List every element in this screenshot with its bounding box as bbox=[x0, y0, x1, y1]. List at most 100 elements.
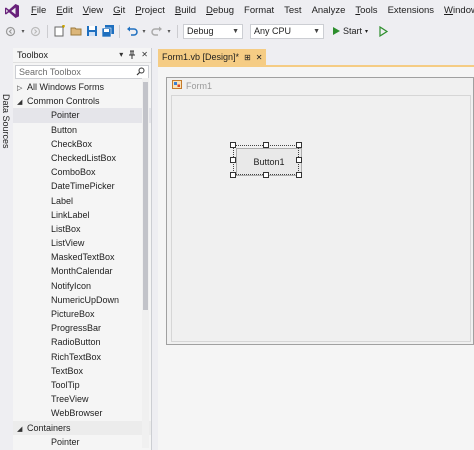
tab-label: Form1.vb [Design]* bbox=[162, 52, 240, 62]
resize-handle-top[interactable] bbox=[263, 142, 269, 148]
open-folder-icon[interactable] bbox=[69, 25, 82, 38]
play-icon bbox=[333, 27, 340, 35]
menu-tools[interactable]: Tools bbox=[350, 0, 382, 22]
save-icon[interactable] bbox=[85, 25, 98, 38]
toolbox-item-webbrowser[interactable]: WebBrowser bbox=[13, 406, 151, 420]
menu-view[interactable]: View bbox=[78, 0, 108, 22]
toolbox-item-listview[interactable]: ListView bbox=[13, 236, 151, 250]
start-label: Start bbox=[343, 26, 363, 36]
menu-test[interactable]: Test bbox=[279, 0, 306, 22]
form1-titlebar: Form1 bbox=[167, 78, 473, 93]
chevron-down-icon: ▼ bbox=[313, 27, 320, 35]
toolbar-separator bbox=[119, 24, 120, 38]
undo-icon[interactable] bbox=[125, 25, 138, 38]
form1-client-area[interactable]: Button1 bbox=[171, 95, 471, 342]
solution-configuration-value: Debug bbox=[187, 26, 214, 36]
toolbox-panel: Toolbox ▾ ✕ Search Toolbox ▷ All Windows … bbox=[13, 48, 152, 450]
resize-handle-right[interactable] bbox=[296, 157, 302, 163]
menu-bar: File Edit View Git Project Build Debug F… bbox=[0, 0, 474, 22]
group-label: All Windows Forms bbox=[27, 82, 105, 92]
menu-git[interactable]: Git bbox=[108, 0, 130, 22]
resize-handle-top-right[interactable] bbox=[296, 142, 302, 148]
menu-analyze[interactable]: Analyze bbox=[307, 0, 351, 22]
toolbox-scrollbar[interactable] bbox=[142, 78, 149, 448]
toolbox-item-treeview[interactable]: TreeView bbox=[13, 392, 151, 406]
toolbox-item-numericupdown[interactable]: NumericUpDown bbox=[13, 293, 151, 307]
menu-debug[interactable]: Debug bbox=[201, 0, 239, 22]
pin-tab-icon[interactable]: ⊞ bbox=[244, 53, 251, 62]
menu-window[interactable]: Window bbox=[439, 0, 474, 22]
chevron-down-icon: ▼ bbox=[232, 27, 239, 35]
toolbar-separator bbox=[177, 24, 178, 38]
new-project-icon[interactable] bbox=[53, 25, 66, 38]
resize-handle-left[interactable] bbox=[230, 157, 236, 163]
toolbox-item-picturebox[interactable]: PictureBox bbox=[13, 307, 151, 321]
group-common-controls[interactable]: ◢ Common Controls bbox=[13, 94, 151, 108]
group-label: Containers bbox=[27, 422, 71, 433]
document-area: Form1.vb [Design]* ⊞ ✕ Form1 Button1 bbox=[152, 46, 474, 450]
start-debugging-button[interactable]: Start ▾ bbox=[331, 26, 370, 36]
back-navigation-icon[interactable] bbox=[4, 25, 17, 38]
resize-handle-bottom-left[interactable] bbox=[230, 172, 236, 178]
solution-platform-value: Any CPU bbox=[254, 26, 292, 36]
selection-rectangle bbox=[233, 145, 299, 175]
toolbox-item-tooltip[interactable]: ToolTip bbox=[13, 378, 151, 392]
data-sources-tab[interactable]: Data Sources bbox=[1, 94, 11, 149]
toolbox-item-monthcalendar[interactable]: MonthCalendar bbox=[13, 264, 151, 278]
form1-window[interactable]: Form1 Button1 bbox=[166, 77, 474, 345]
menu-extensions[interactable]: Extensions bbox=[383, 0, 439, 22]
menu-file[interactable]: File bbox=[26, 0, 51, 22]
toolbox-item-pointer[interactable]: Pointer bbox=[13, 435, 151, 449]
toolbox-item-button[interactable]: Button bbox=[13, 123, 151, 137]
standard-toolbar: ▾ ▾ ▾ Debug ▼ Any CPU ▼ Start ▾ bbox=[0, 22, 474, 40]
toolbox-item-linklabel[interactable]: LinkLabel bbox=[13, 208, 151, 222]
form-icon bbox=[172, 80, 182, 91]
menu-project[interactable]: Project bbox=[130, 0, 170, 22]
menu-format[interactable]: Format bbox=[239, 0, 279, 22]
redo-icon[interactable] bbox=[150, 25, 163, 38]
close-tab-icon[interactable]: ✕ bbox=[256, 53, 263, 62]
toolbox-item-maskedtextbox[interactable]: MaskedTextBox bbox=[13, 250, 151, 264]
search-placeholder: Search Toolbox bbox=[19, 67, 81, 77]
start-without-debugging-icon[interactable] bbox=[377, 25, 390, 38]
toolbox-tree: ▷ All Windows Forms ◢ Common Controls Poin… bbox=[13, 80, 151, 449]
resize-handle-bottom-right[interactable] bbox=[296, 172, 302, 178]
toolbox-item-radiobutton[interactable]: RadioButton bbox=[13, 335, 151, 349]
toolbox-scrollbar-thumb[interactable] bbox=[143, 82, 148, 310]
dropdown-arrow-icon[interactable]: ▾ bbox=[20, 25, 26, 38]
resize-handle-top-left[interactable] bbox=[230, 142, 236, 148]
toolbox-item-checkbox[interactable]: CheckBox bbox=[13, 137, 151, 151]
group-containers[interactable]: ◢ Containers bbox=[13, 420, 151, 435]
menu-edit[interactable]: Edit bbox=[51, 0, 77, 22]
tab-form1-design[interactable]: Form1.vb [Design]* ⊞ ✕ bbox=[158, 49, 267, 65]
toolbox-item-progressbar[interactable]: ProgressBar bbox=[13, 321, 151, 335]
form-designer-surface[interactable]: Form1 Button1 bbox=[158, 67, 474, 450]
chevron-down-icon: ▾ bbox=[365, 28, 369, 35]
toolbox-item-textbox[interactable]: TextBox bbox=[13, 364, 151, 378]
redo-dropdown-icon[interactable]: ▾ bbox=[166, 25, 172, 38]
toolbox-item-combobox[interactable]: ComboBox bbox=[13, 165, 151, 179]
undo-dropdown-icon[interactable]: ▾ bbox=[141, 25, 147, 38]
toolbox-item-richtextbox[interactable]: RichTextBox bbox=[13, 350, 151, 364]
visual-studio-logo-icon[interactable] bbox=[4, 2, 20, 20]
toolbox-item-listbox[interactable]: ListBox bbox=[13, 222, 151, 236]
toolbox-item-checkedlistbox[interactable]: CheckedListBox bbox=[13, 151, 151, 165]
toolbox-item-label[interactable]: Label bbox=[13, 194, 151, 208]
toolbox-item-datetimepicker[interactable]: DateTimePicker bbox=[13, 179, 151, 193]
pin-icon[interactable] bbox=[128, 50, 136, 61]
forward-navigation-icon[interactable] bbox=[29, 25, 42, 38]
window-position-dropdown-icon[interactable]: ▾ bbox=[119, 50, 123, 61]
solution-platform-select[interactable]: Any CPU ▼ bbox=[250, 23, 324, 39]
toolbox-item-pointer[interactable]: Pointer bbox=[13, 108, 151, 123]
toolbar-separator bbox=[47, 24, 48, 38]
resize-handle-bottom[interactable] bbox=[263, 172, 269, 178]
toolbox-item-notifyicon[interactable]: NotifyIcon bbox=[13, 279, 151, 293]
solution-configuration-select[interactable]: Debug ▼ bbox=[183, 23, 243, 39]
save-all-icon[interactable] bbox=[101, 25, 114, 38]
toolbox-search-input[interactable]: Search Toolbox bbox=[15, 65, 149, 79]
group-all-windows-forms[interactable]: ▷ All Windows Forms bbox=[13, 80, 151, 94]
group-label: Common Controls bbox=[27, 96, 100, 107]
close-icon[interactable]: ✕ bbox=[141, 50, 148, 61]
menu-build[interactable]: Build bbox=[170, 0, 201, 22]
search-icon bbox=[136, 67, 145, 78]
